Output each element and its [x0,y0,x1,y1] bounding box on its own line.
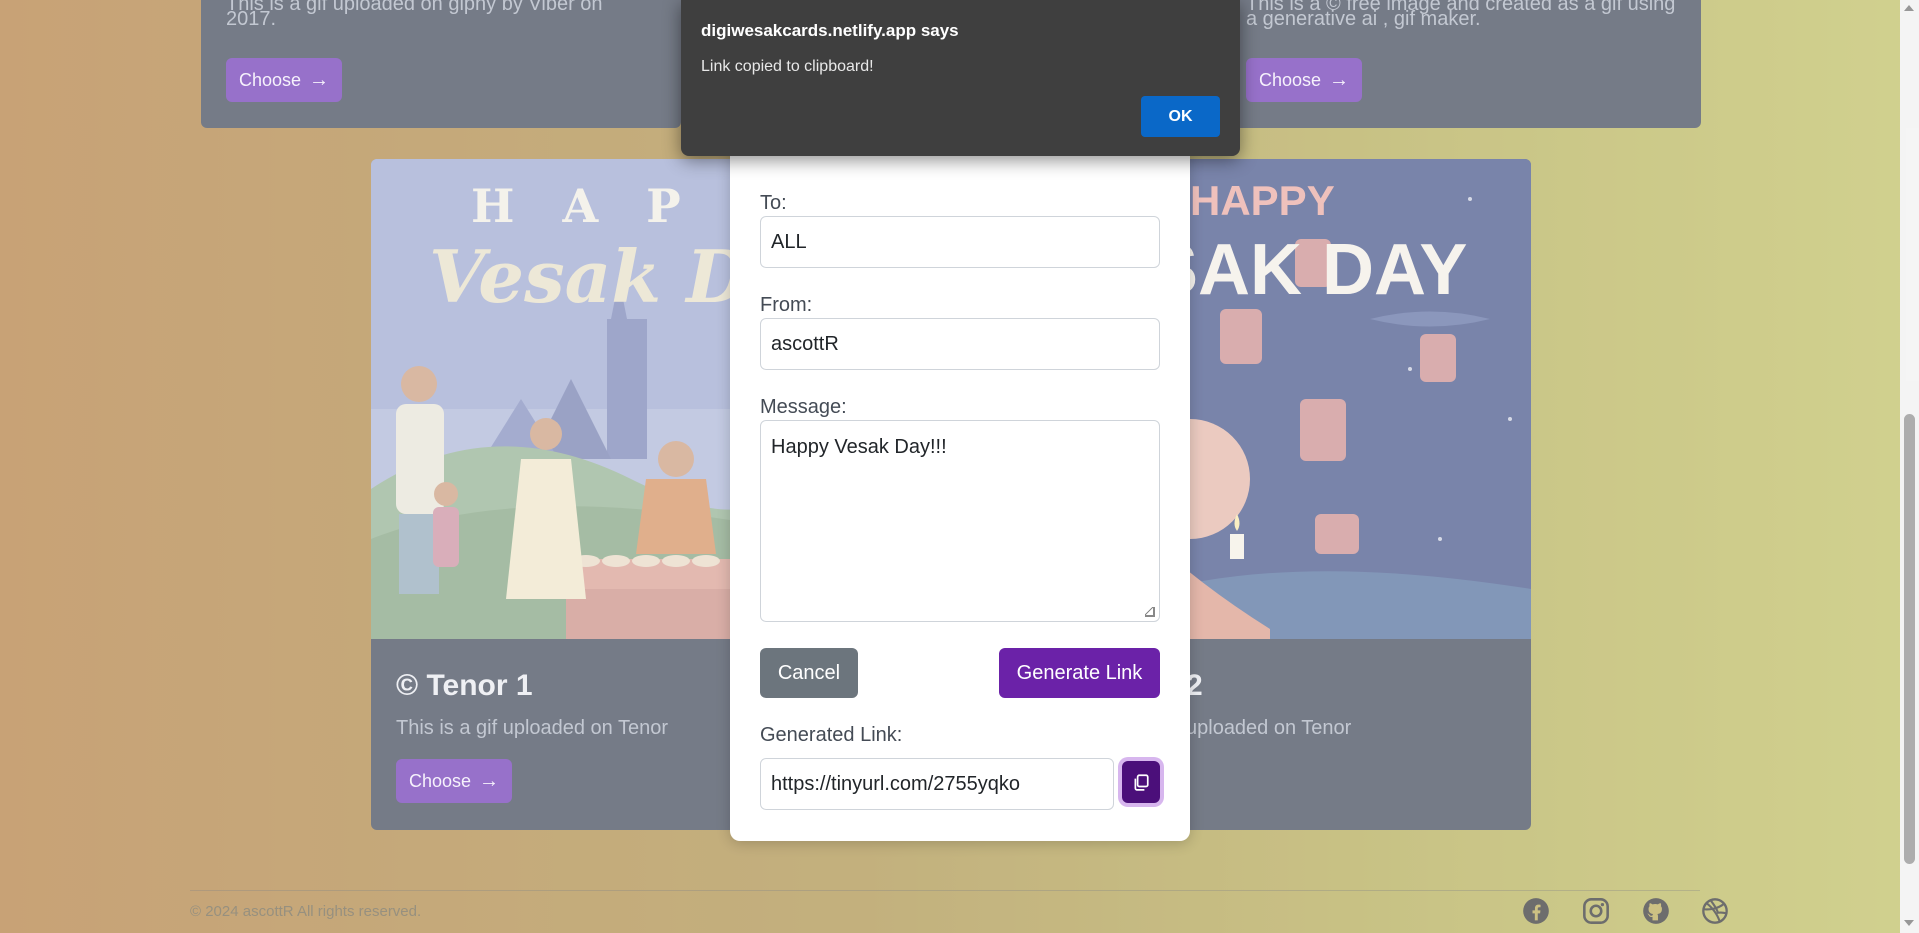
message-label: Message: [760,396,847,418]
alert-message: Link copied to clipboard! [701,58,874,75]
ok-button[interactable]: OK [1141,96,1220,137]
to-field[interactable]: ALL [760,216,1160,268]
resize-handle[interactable] [1145,607,1155,617]
generate-link-button[interactable]: Generate Link [999,648,1160,698]
from-field[interactable]: ascottR [760,318,1160,370]
cancel-button[interactable]: Cancel [760,648,858,698]
copy-link-button[interactable] [1122,761,1160,803]
generated-link-label: Generated Link: [760,724,903,746]
message-field[interactable]: Happy Vesak Day!!! [760,420,1160,622]
from-label: From: [760,294,813,316]
copy-icon [1134,774,1149,791]
generated-link-field[interactable]: https://tinyurl.com/2755yqko [760,758,1114,810]
alert-title: digiwesakcards.netlify.app says [701,21,959,40]
message-text: Happy Vesak Day!!! [771,436,947,458]
link-generator-modal: Fill in the details for © Tenor 2 To: AL… [730,100,1190,841]
browser-alert-dialog: digiwesakcards.netlify.app says Link cop… [681,0,1240,156]
to-label: To: [760,192,787,214]
